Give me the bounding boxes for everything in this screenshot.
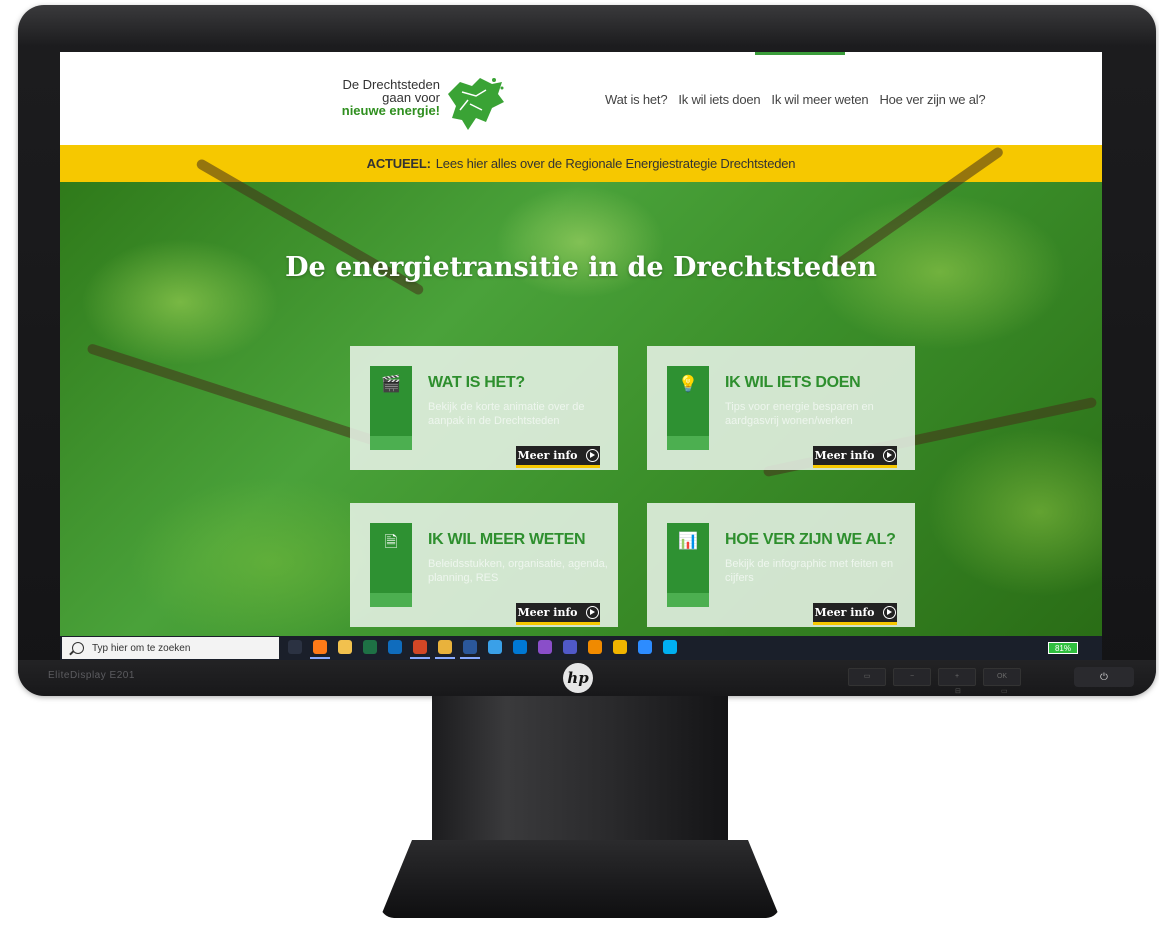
search-icon <box>72 642 84 654</box>
meer-info-button[interactable]: Meer info <box>516 603 600 625</box>
taskbar-search-box[interactable]: Typ hier om te zoeken <box>62 637 279 659</box>
leaf-map-icon <box>448 78 504 130</box>
skype-icon[interactable] <box>663 640 677 654</box>
osd-plus-button[interactable]: + <box>938 668 976 686</box>
news-text: Lees hier alles over de Regionale Energi… <box>435 156 796 171</box>
monitor-model-label: EliteDisplay E201 <box>48 670 135 681</box>
card-wat-is-het[interactable]: 🎬 WAT IS HET? Bekijk de korte animatie o… <box>350 346 618 470</box>
monitor-stand-base <box>380 840 780 918</box>
card-title: WAT IS HET? <box>428 374 525 391</box>
osd-minus-button[interactable]: − <box>893 668 931 686</box>
nav-wat-is-het[interactable]: Wat is het? <box>605 92 668 107</box>
osd-sub-label: ▭ <box>1001 688 1008 695</box>
store-icon[interactable] <box>513 640 527 654</box>
hero-section: De energietransitie in de Drechtsteden 🎬… <box>60 145 1102 636</box>
powerpoint-icon[interactable] <box>410 640 430 659</box>
hp-logo: hp <box>563 663 593 693</box>
file-explorer-icon[interactable] <box>338 640 352 654</box>
teams-icon[interactable] <box>563 640 577 654</box>
word-icon[interactable] <box>460 640 480 659</box>
lightbulb-icon: 💡 <box>678 376 698 393</box>
card-ik-wil-meer-weten[interactable]: 🗎 IK WIL MEER WETEN Beleidsstukken, orga… <box>350 503 618 627</box>
hero-title: De energietransitie in de Drechtsteden <box>285 252 877 283</box>
search-placeholder: Typ hier om te zoeken <box>92 642 191 654</box>
battery-indicator[interactable]: 81% <box>1048 642 1078 654</box>
main-nav: Wat is het? Ik wil iets doen Ik wil meer… <box>605 92 986 107</box>
nav-ik-wil-meer-weten[interactable]: Ik wil meer weten <box>771 92 868 107</box>
logo-text: De Drechtsteden gaan voor nieuwe energie… <box>341 77 440 118</box>
triangle-app-icon[interactable] <box>613 640 627 654</box>
card-ik-wil-iets-doen[interactable]: 💡 IK WIL IETS DOEN Tips voor energie bes… <box>647 346 915 470</box>
osd-sub-label: ⊟ <box>955 688 961 695</box>
outlook-icon[interactable] <box>388 640 402 654</box>
power-icon: ⏻ <box>1100 671 1108 683</box>
task-view-icon[interactable] <box>288 640 302 654</box>
nav-ik-wil-iets-doen[interactable]: Ik wil iets doen <box>678 92 760 107</box>
meer-info-button[interactable]: Meer info <box>813 603 897 625</box>
news-prefix: ACTUEEL: <box>366 156 431 171</box>
site-header: De Drechtsteden gaan voor nieuwe energie… <box>60 52 1102 145</box>
taskbar: Typ hier om te zoeken 81% <box>60 636 1102 660</box>
play-circle-icon <box>585 449 599 462</box>
photos-icon[interactable] <box>488 640 502 654</box>
taskbar-apps <box>288 640 677 659</box>
clapperboard-icon: 🎬 <box>381 376 401 393</box>
site-logo[interactable]: De Drechtsteden gaan voor nieuwe energie… <box>328 74 528 134</box>
monitor-stand-neck <box>432 696 728 856</box>
document-icon: 🗎 <box>384 534 398 551</box>
zoom-icon[interactable] <box>638 640 652 654</box>
osd-menu-button[interactable]: ▭ <box>848 668 886 686</box>
branch-decoration <box>86 342 394 452</box>
card-description: Bekijk de infographic met feiten en cijf… <box>725 558 894 584</box>
screen: De Drechtsteden gaan voor nieuwe energie… <box>60 52 1102 660</box>
card-title: HOE VER ZIJN WE AL? <box>725 531 896 548</box>
play-circle-icon <box>882 449 896 462</box>
card-title: IK WIL MEER WETEN <box>428 531 586 548</box>
header-accent-line <box>755 52 845 55</box>
card-description: Tips voor energie besparen en aardgasvri… <box>725 401 874 427</box>
stream-icon[interactable] <box>538 640 552 654</box>
card-description: Beleidsstukken, organisatie, agenda, pla… <box>428 558 608 584</box>
nav-hoe-ver-zijn-we-al[interactable]: Hoe ver zijn we al? <box>879 92 985 107</box>
play-circle-icon <box>882 606 896 619</box>
card-hoe-ver-zijn-we-al[interactable]: 📊 HOE VER ZIJN WE AL? Bekijk de infograp… <box>647 503 915 627</box>
power-button[interactable]: ⏻ <box>1074 667 1134 687</box>
excel-icon[interactable] <box>363 640 377 654</box>
play-circle-icon <box>585 606 599 619</box>
card-description: Bekijk de korte animatie over de aanpak … <box>428 401 585 427</box>
osd-ok-button[interactable]: OK <box>983 668 1021 686</box>
vlc-icon[interactable] <box>588 640 602 654</box>
meer-info-button[interactable]: Meer info <box>813 446 897 468</box>
chrome-icon[interactable] <box>435 640 455 659</box>
chart-screen-icon: 📊 <box>678 533 698 550</box>
card-title: IK WIL IETS DOEN <box>725 374 861 391</box>
firefox-icon[interactable] <box>310 640 330 659</box>
meer-info-button[interactable]: Meer info <box>516 446 600 468</box>
